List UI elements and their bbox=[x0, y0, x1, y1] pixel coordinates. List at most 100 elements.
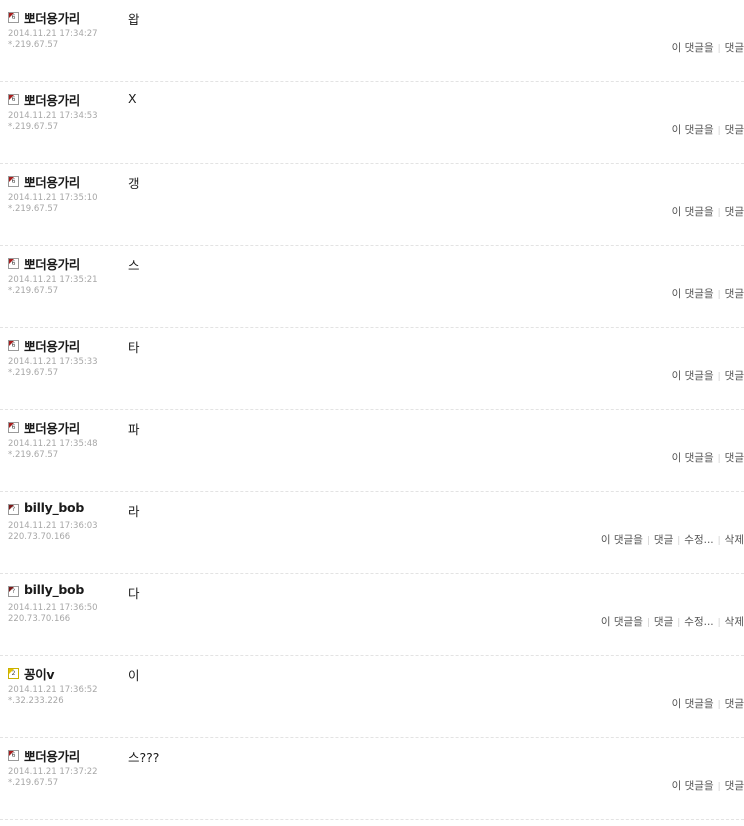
comment-timestamp: 2014.11.21 17:36:03 bbox=[8, 521, 98, 531]
comment-meta: 2014.11.21 17:37:22 *.219.67.57 bbox=[8, 767, 98, 789]
comment-author[interactable]: 뽀더용가리 bbox=[24, 90, 80, 109]
edit-button[interactable]: 수정... bbox=[684, 616, 713, 628]
reply-button[interactable]: 댓글 bbox=[725, 780, 744, 792]
comment-text: 갱 bbox=[128, 176, 140, 191]
reply-button[interactable]: 댓글 bbox=[654, 616, 673, 628]
comment-text: 스 bbox=[128, 258, 140, 273]
level-badge-icon: 6 bbox=[8, 12, 19, 23]
comment-timestamp: 2014.11.21 17:36:52 bbox=[8, 685, 98, 695]
reply-button[interactable]: 댓글 bbox=[725, 288, 744, 300]
reply-to-comment-link[interactable]: 이 댓글을 bbox=[672, 780, 714, 792]
comment-item: ? billy_bob 2014.11.21 17:36:03 220.73.70.1… bbox=[0, 492, 744, 574]
comment-ip: *.219.67.57 bbox=[8, 122, 59, 132]
level-badge-icon: 6 bbox=[8, 258, 19, 269]
reply-to-comment-link[interactable]: 이 댓글을 bbox=[672, 288, 714, 300]
reply-button[interactable]: 댓글 bbox=[725, 206, 744, 218]
reply-to-comment-link[interactable]: 이 댓글을 bbox=[672, 370, 714, 382]
comment-author[interactable]: 뽀더용가리 bbox=[24, 418, 80, 437]
comment-text: 스??? bbox=[128, 750, 160, 765]
reply-button[interactable]: 댓글 bbox=[725, 452, 744, 464]
action-divider: | bbox=[717, 782, 721, 792]
comment-ip: *.219.67.57 bbox=[8, 368, 59, 378]
comment-item: 6 뽀더용가리 2014.11.21 17:35:33 *.219.67.57 타이 댓… bbox=[0, 328, 744, 410]
comment-actions: 이 댓글을 | 댓글 bbox=[672, 450, 744, 465]
comment-author[interactable]: 꽁이v bbox=[24, 664, 55, 683]
comment-meta: 2014.11.21 17:35:33 *.219.67.57 bbox=[8, 357, 98, 379]
comment-ip: *.219.67.57 bbox=[8, 286, 59, 296]
comment-author[interactable]: billy_bob bbox=[24, 500, 84, 515]
reply-to-comment-link[interactable]: 이 댓글을 bbox=[672, 124, 714, 136]
action-divider: | bbox=[717, 208, 721, 218]
comment-text: 이 bbox=[128, 668, 140, 683]
comment-timestamp: 2014.11.21 17:35:21 bbox=[8, 275, 98, 285]
reply-button[interactable]: 댓글 bbox=[654, 534, 673, 546]
comment-ip: 220.73.70.166 bbox=[8, 532, 71, 542]
reply-button[interactable]: 댓글 bbox=[725, 42, 744, 54]
comment-timestamp: 2014.11.21 17:35:10 bbox=[8, 193, 98, 203]
level-badge-icon: 2 bbox=[8, 668, 19, 679]
comment-timestamp: 2014.11.21 17:35:48 bbox=[8, 439, 98, 449]
action-divider: | bbox=[646, 618, 650, 628]
action-divider: | bbox=[717, 126, 721, 136]
comment-meta: 2014.11.21 17:36:52 *.32.233.226 bbox=[8, 685, 98, 707]
reply-button[interactable]: 댓글 bbox=[725, 124, 744, 136]
reply-to-comment-link[interactable]: 이 댓글을 bbox=[672, 452, 714, 464]
reply-to-comment-link[interactable]: 이 댓글을 bbox=[601, 616, 643, 628]
reply-to-comment-link[interactable]: 이 댓글을 bbox=[672, 698, 714, 710]
comment-actions: 이 댓글을 | 댓글 | 수정... | 삭제 bbox=[601, 614, 744, 629]
comment-timestamp: 2014.11.21 17:36:50 bbox=[8, 603, 98, 613]
action-divider: | bbox=[717, 618, 721, 628]
comment-actions: 이 댓글을 | 댓글 bbox=[672, 122, 744, 137]
level-badge-icon: 6 bbox=[8, 750, 19, 761]
action-divider: | bbox=[717, 700, 721, 710]
comment-actions: 이 댓글을 | 댓글 bbox=[672, 778, 744, 793]
comment-text: 다 bbox=[128, 586, 140, 601]
delete-button[interactable]: 삭제 bbox=[725, 534, 744, 546]
reply-to-comment-link[interactable]: 이 댓글을 bbox=[672, 206, 714, 218]
comment-ip: *.32.233.226 bbox=[8, 696, 64, 706]
comment-meta: 2014.11.21 17:34:53 *.219.67.57 bbox=[8, 111, 98, 133]
comment-meta: 2014.11.21 17:36:50 220.73.70.166 bbox=[8, 603, 98, 625]
comment-actions: 이 댓글을 | 댓글 bbox=[672, 696, 744, 711]
level-badge-icon: 6 bbox=[8, 176, 19, 187]
comment-author[interactable]: 뽀더용가리 bbox=[24, 336, 80, 355]
comment-ip: *.219.67.57 bbox=[8, 40, 59, 50]
action-divider: | bbox=[717, 536, 721, 546]
comment-text: X bbox=[128, 91, 137, 106]
comment-list: 6 뽀더용가리 2014.11.21 17:34:27 *.219.67.57 왑 이 댓… bbox=[0, 0, 744, 820]
comment-author[interactable]: billy_bob bbox=[24, 582, 84, 597]
comment-ip: *.219.67.57 bbox=[8, 778, 59, 788]
reply-button[interactable]: 댓글 bbox=[725, 370, 744, 382]
action-divider: | bbox=[677, 536, 681, 546]
comment-text: 파 bbox=[128, 422, 140, 437]
comment-meta: 2014.11.21 17:36:03 220.73.70.166 bbox=[8, 521, 98, 543]
comment-text: 타 bbox=[128, 340, 140, 355]
reply-button[interactable]: 댓글 bbox=[725, 698, 744, 710]
comment-timestamp: 2014.11.21 17:34:53 bbox=[8, 111, 98, 121]
comment-ip: *.219.67.57 bbox=[8, 450, 59, 460]
comment-item: 6 뽀더용가리 2014.11.21 17:34:27 *.219.67.57 왑 이 댓… bbox=[0, 0, 744, 82]
comment-actions: 이 댓글을 | 댓글 bbox=[672, 40, 744, 55]
comment-author[interactable]: 뽀더용가리 bbox=[24, 172, 80, 191]
comment-item: 6 뽀더용가리 2014.11.21 17:35:10 *.219.67.57 갱 이 댓… bbox=[0, 164, 744, 246]
level-badge-icon: ? bbox=[8, 586, 19, 597]
comment-meta: 2014.11.21 17:34:27 *.219.67.57 bbox=[8, 29, 98, 51]
level-badge-icon: 6 bbox=[8, 422, 19, 433]
comment-timestamp: 2014.11.21 17:34:27 bbox=[8, 29, 98, 39]
edit-button[interactable]: 수정... bbox=[684, 534, 713, 546]
action-divider: | bbox=[677, 618, 681, 628]
comment-text: 라 bbox=[128, 504, 140, 519]
level-badge-icon: 6 bbox=[8, 340, 19, 351]
reply-to-comment-link[interactable]: 이 댓글을 bbox=[672, 42, 714, 54]
comment-timestamp: 2014.11.21 17:37:22 bbox=[8, 767, 98, 777]
comment-item: 6 뽀더용가리 2014.11.21 17:35:48 *.219.67.57 파이 댓… bbox=[0, 410, 744, 492]
comment-actions: 이 댓글을 | 댓글 bbox=[672, 368, 744, 383]
delete-button[interactable]: 삭제 bbox=[725, 616, 744, 628]
level-badge-icon: 6 bbox=[8, 94, 19, 105]
comment-author[interactable]: 뽀더용가리 bbox=[24, 746, 80, 765]
reply-to-comment-link[interactable]: 이 댓글을 bbox=[601, 534, 643, 546]
comment-author[interactable]: 뽀더용가리 bbox=[24, 254, 80, 273]
action-divider: | bbox=[717, 290, 721, 300]
comment-item: 6 뽀더용가리 2014.11.21 17:37:22 *.219.67.57 스???… bbox=[0, 738, 744, 820]
comment-author[interactable]: 뽀더용가리 bbox=[24, 8, 80, 27]
